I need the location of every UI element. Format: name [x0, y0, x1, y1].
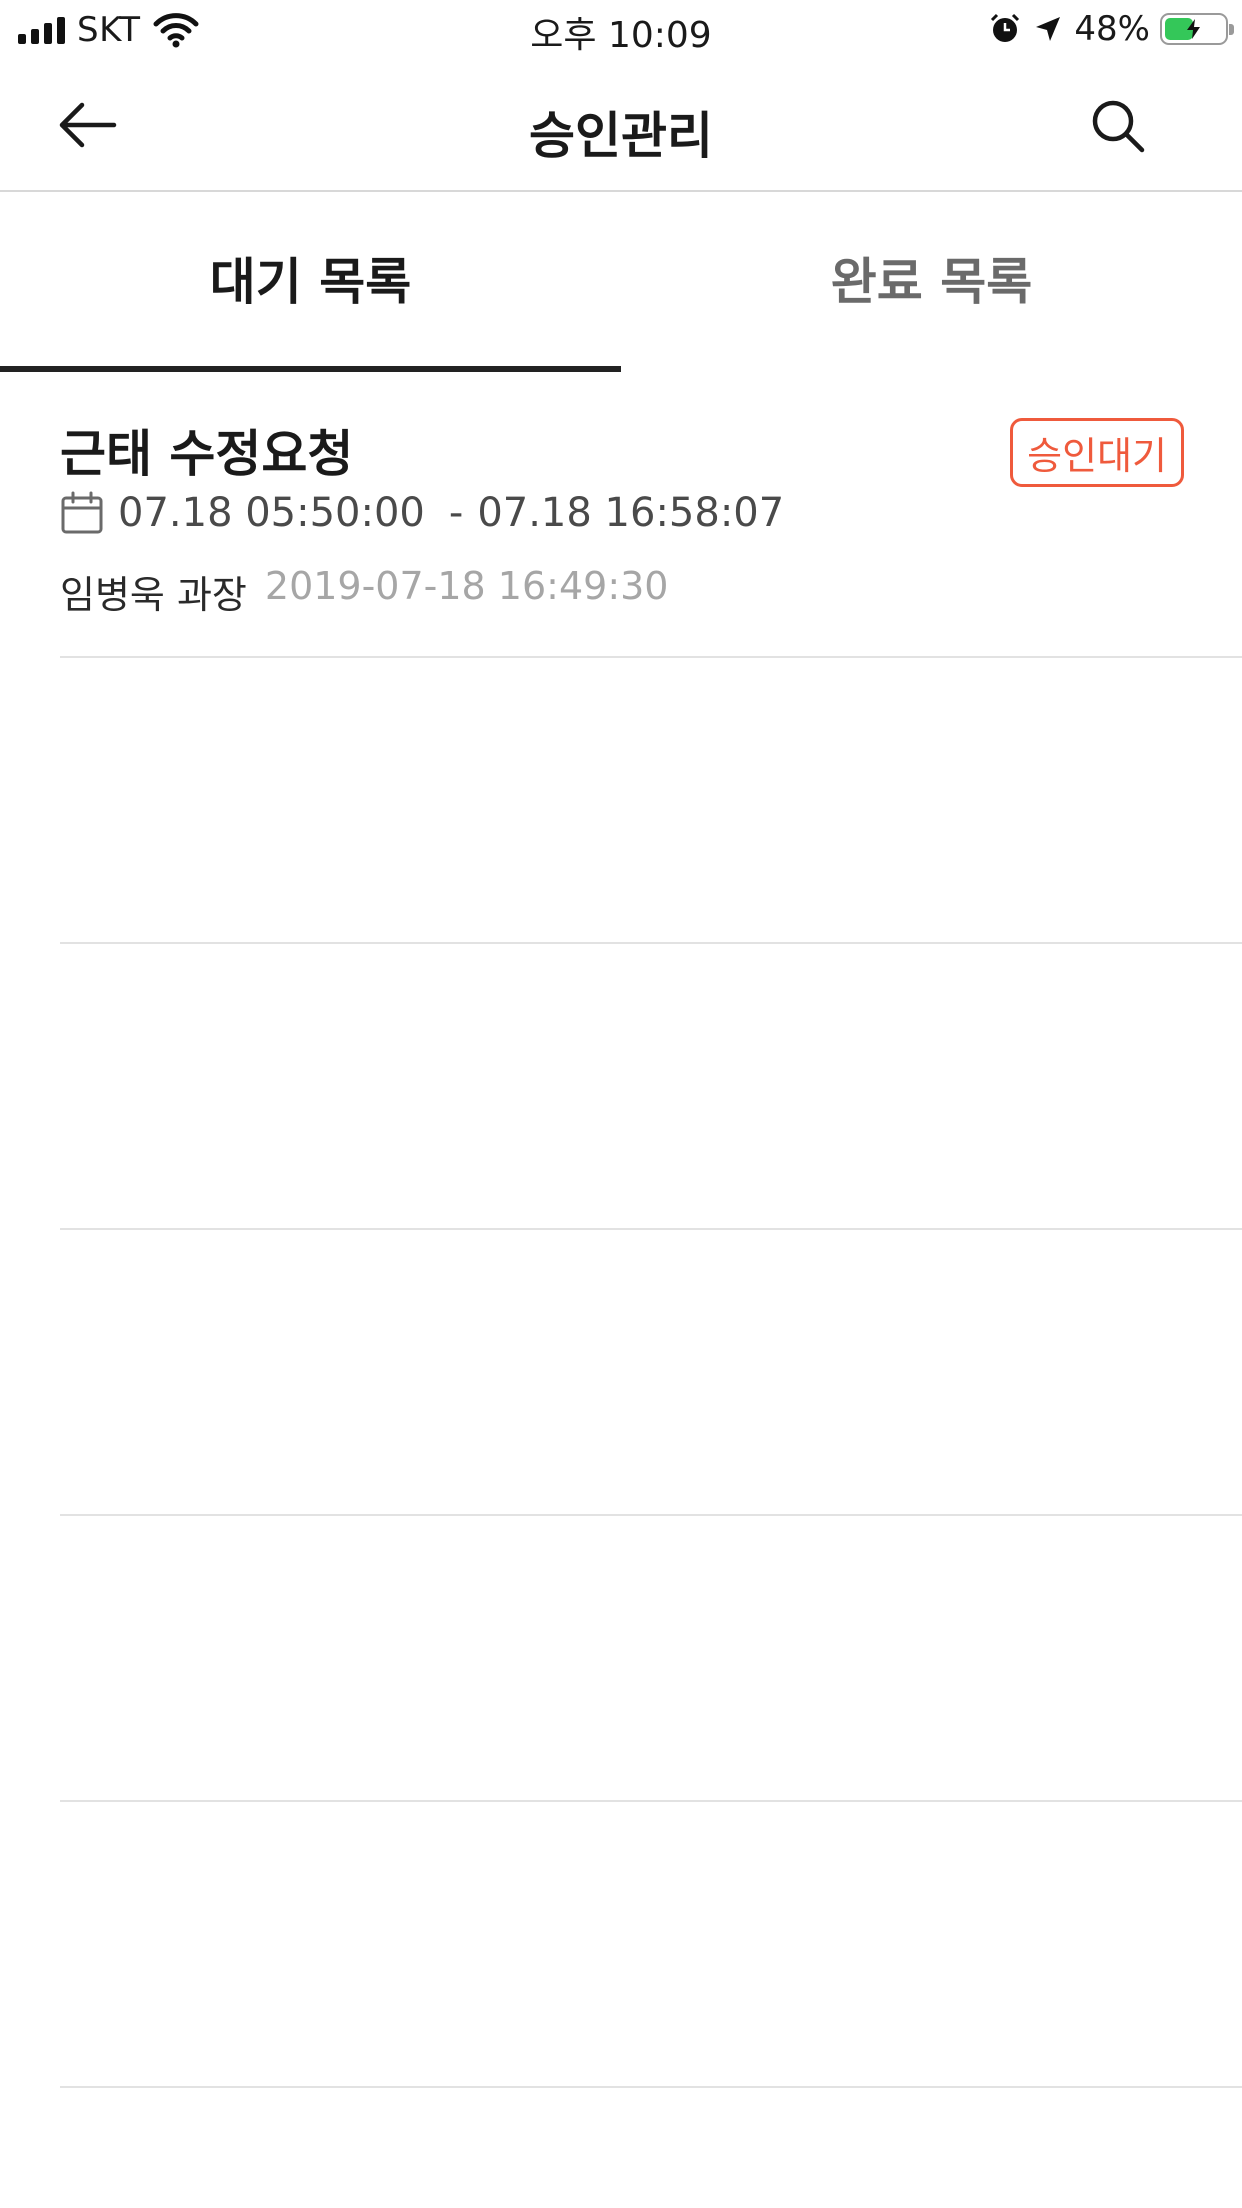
empty-row [60, 658, 1242, 944]
status-right: 48% [988, 6, 1234, 52]
request-title: 근태 수정요청 [60, 425, 354, 483]
empty-row [60, 1516, 1242, 1802]
request-list: 근태 수정요청 승인대기 07.18 05:50:00 - 07.18 16:5… [0, 372, 1242, 2088]
location-arrow-icon [1036, 17, 1061, 41]
empty-row [60, 944, 1242, 1230]
charging-bolt-icon [1187, 19, 1200, 39]
status-badge: 승인대기 [1010, 418, 1184, 487]
battery-icon [1160, 13, 1234, 45]
calendar-icon [61, 491, 103, 534]
search-icon[interactable] [1088, 96, 1148, 156]
tab-completed[interactable]: 완료 목록 [621, 192, 1242, 372]
period-start: 07.18 05:50:00 [118, 490, 425, 536]
tab-pending[interactable]: 대기 목록 [0, 192, 621, 372]
list-item[interactable]: 근태 수정요청 승인대기 07.18 05:50:00 - 07.18 16:5… [60, 372, 1242, 658]
empty-row [60, 1802, 1242, 2088]
request-meta: 임병욱 과장 2019-07-18 16:49:30 [60, 564, 668, 619]
battery-nub [1229, 24, 1234, 35]
nav-bar: 승인관리 [0, 60, 1242, 192]
alarm-icon [991, 13, 1020, 42]
tab-bar: 대기 목록 완료 목록 [0, 192, 1242, 372]
status-bar: SKT 오후 10:09 48% [0, 0, 1242, 60]
request-period: 07.18 05:50:00 - 07.18 16:58:07 [60, 490, 784, 536]
page-title: 승인관리 [529, 107, 713, 165]
period-end: 07.18 16:58:07 [477, 490, 785, 536]
empty-row [60, 1230, 1242, 1516]
battery-percent: 48% [1074, 9, 1150, 49]
requester-name: 임병욱 과장 [60, 573, 247, 617]
requested-timestamp: 2019-07-18 16:49:30 [264, 564, 669, 608]
period-separator: - [448, 490, 464, 536]
